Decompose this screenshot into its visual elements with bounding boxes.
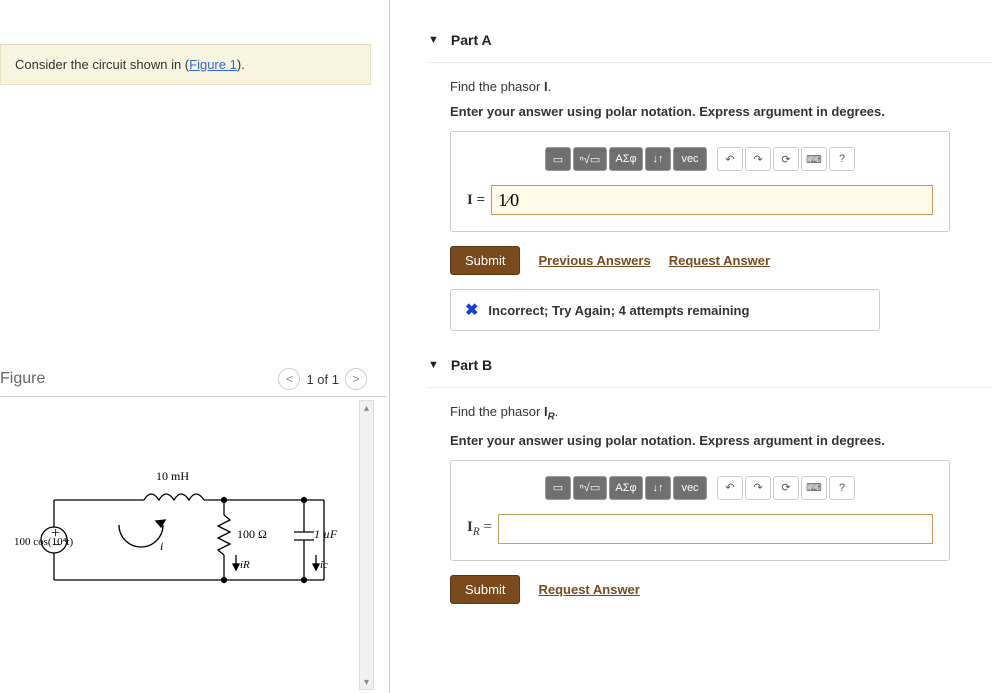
part-b-answer-label: IR =	[467, 519, 492, 538]
svg-text:10 mH: 10 mH	[156, 469, 189, 483]
part-a-feedback: ✖ Incorrect; Try Again; 4 attempts remai…	[450, 289, 880, 331]
scrollbar-track[interactable]	[360, 416, 373, 674]
part-b-submit-button[interactable]: Submit	[450, 575, 520, 604]
svg-text:100 cos(10⁴t): 100 cos(10⁴t)	[14, 536, 73, 548]
tb-keyboard-button[interactable]: ⌨	[801, 147, 827, 171]
circuit-diagram: + − 100 cos(10⁴t) 10 mH i 100 Ω iR 1 µF …	[14, 460, 344, 630]
part-a-submit-button[interactable]: Submit	[450, 246, 520, 275]
tb-vec-button[interactable]: vec	[673, 476, 707, 500]
problem-prompt: Consider the circuit shown in (Figure 1)…	[0, 44, 371, 85]
right-pane: ▼ Part A Find the phasor I. Enter your a…	[390, 0, 1002, 693]
part-a-request-answer-link[interactable]: Request Answer	[669, 253, 770, 268]
part-a-title: Part A	[451, 32, 492, 48]
figure-header: Figure < 1 of 1 >	[0, 362, 371, 396]
part-a-instruction: Enter your answer using polar notation. …	[450, 104, 992, 119]
tb-reset-button[interactable]: ⟳	[773, 147, 799, 171]
prompt-text-prefix: Consider the circuit shown in (	[15, 57, 189, 72]
part-a-prompt: Find the phasor I.	[450, 79, 992, 94]
part-a-header[interactable]: ▼ Part A	[428, 24, 992, 63]
part-a-answer-box: ▭ ⁿ√▭ ΑΣφ ↓↑ vec ↶ ↷ ⟳ ⌨ ? I =	[450, 131, 950, 232]
figure-next-button[interactable]: >	[345, 368, 367, 390]
tb-redo-button[interactable]: ↷	[745, 147, 771, 171]
svg-text:ic: ic	[320, 559, 328, 571]
part-b: ▼ Part B Find the phasor IR. Enter your …	[428, 349, 992, 604]
tb-template-button[interactable]: ▭	[545, 476, 571, 500]
figure-prev-button[interactable]: <	[278, 368, 300, 390]
tb-undo-button[interactable]: ↶	[717, 476, 743, 500]
part-a-answer-input[interactable]	[491, 185, 933, 215]
left-pane: Consider the circuit shown in (Figure 1)…	[0, 0, 390, 693]
svg-text:1 µF: 1 µF	[314, 527, 338, 541]
part-b-request-answer-link[interactable]: Request Answer	[538, 582, 639, 597]
tb-help-button[interactable]: ?	[829, 476, 855, 500]
tb-redo-button[interactable]: ↷	[745, 476, 771, 500]
tb-sqrt-button[interactable]: ⁿ√▭	[573, 147, 607, 171]
part-a-feedback-text: Incorrect; Try Again; 4 attempts remaini…	[488, 303, 749, 318]
figure-scrollbar[interactable]: ▴ ▾	[359, 400, 374, 690]
part-a-toolbar: ▭ ⁿ√▭ ΑΣφ ↓↑ vec ↶ ↷ ⟳ ⌨ ?	[467, 147, 933, 171]
tb-help-button[interactable]: ?	[829, 147, 855, 171]
svg-text:i: i	[160, 539, 163, 553]
figure-body: ▴ ▾	[0, 396, 387, 693]
tb-template-button[interactable]: ▭	[545, 147, 571, 171]
figure-title: Figure	[0, 370, 45, 388]
scroll-up-button[interactable]: ▴	[360, 401, 373, 415]
part-a-previous-answers-link[interactable]: Previous Answers	[538, 253, 650, 268]
tb-arrows-button[interactable]: ↓↑	[645, 476, 671, 500]
svg-text:iR: iR	[240, 559, 250, 571]
tb-undo-button[interactable]: ↶	[717, 147, 743, 171]
tb-keyboard-button[interactable]: ⌨	[801, 476, 827, 500]
part-b-instruction: Enter your answer using polar notation. …	[450, 433, 992, 448]
incorrect-icon: ✖	[465, 300, 478, 320]
caret-down-icon: ▼	[428, 34, 439, 46]
part-a-answer-label: I =	[467, 192, 485, 209]
caret-down-icon: ▼	[428, 359, 439, 371]
tb-greek-button[interactable]: ΑΣφ	[609, 147, 643, 171]
part-b-answer-input[interactable]	[498, 514, 933, 544]
tb-greek-button[interactable]: ΑΣφ	[609, 476, 643, 500]
figure-pager-text: 1 of 1	[306, 372, 339, 387]
part-a: ▼ Part A Find the phasor I. Enter your a…	[428, 24, 992, 331]
scroll-down-button[interactable]: ▾	[360, 675, 373, 689]
figure-link[interactable]: Figure 1	[189, 57, 237, 72]
prompt-text-suffix: ).	[237, 57, 245, 72]
part-b-answer-box: ▭ ⁿ√▭ ΑΣφ ↓↑ vec ↶ ↷ ⟳ ⌨ ? IR =	[450, 460, 950, 561]
tb-vec-button[interactable]: vec	[673, 147, 707, 171]
part-b-prompt: Find the phasor IR.	[450, 404, 992, 423]
part-a-actions: Submit Previous Answers Request Answer	[450, 246, 992, 275]
tb-reset-button[interactable]: ⟳	[773, 476, 799, 500]
part-b-header[interactable]: ▼ Part B	[428, 349, 992, 388]
tb-sqrt-button[interactable]: ⁿ√▭	[573, 476, 607, 500]
part-b-toolbar: ▭ ⁿ√▭ ΑΣφ ↓↑ vec ↶ ↷ ⟳ ⌨ ?	[467, 476, 933, 500]
part-b-actions: Submit Request Answer	[450, 575, 992, 604]
svg-text:100 Ω: 100 Ω	[237, 527, 267, 541]
part-b-title: Part B	[451, 357, 492, 373]
tb-arrows-button[interactable]: ↓↑	[645, 147, 671, 171]
